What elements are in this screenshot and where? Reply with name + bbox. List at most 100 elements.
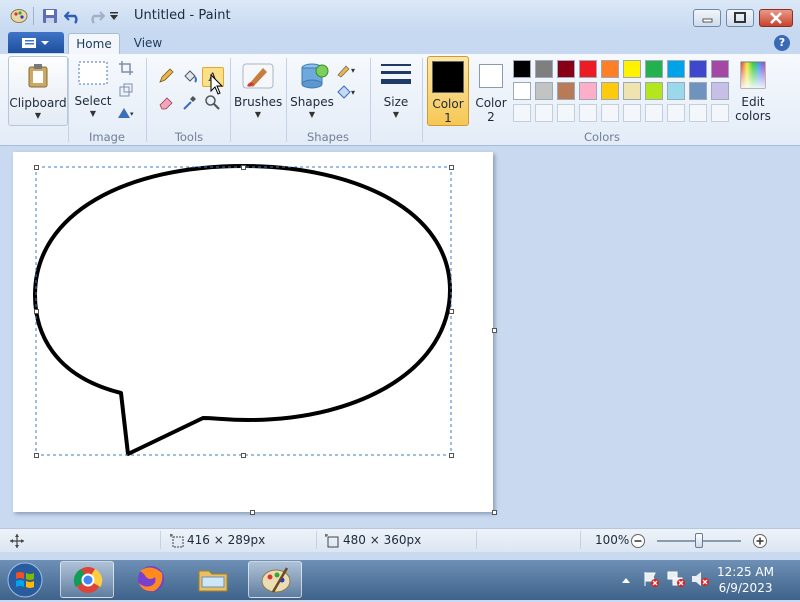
chevron-down-icon: ▼ xyxy=(392,110,400,119)
color-swatch[interactable] xyxy=(579,60,597,78)
selection-handle[interactable] xyxy=(241,165,246,170)
select-button[interactable]: Select ▼ xyxy=(72,60,114,126)
zoom-in-icon[interactable] xyxy=(752,533,768,549)
color-swatch[interactable] xyxy=(535,82,553,100)
help-icon[interactable]: ? xyxy=(774,35,790,51)
show-hidden-icons-icon[interactable] xyxy=(620,574,632,586)
tab-home[interactable]: Home xyxy=(68,33,120,54)
outline-icon[interactable]: ▾ xyxy=(336,62,360,80)
canvas-resize-handle[interactable] xyxy=(250,510,255,515)
size-button[interactable]: Size ▼ xyxy=(374,60,418,126)
rotate-icon[interactable]: ▾ xyxy=(116,104,136,122)
folder-icon xyxy=(198,570,228,592)
color-swatch[interactable] xyxy=(535,60,553,78)
color-swatch[interactable] xyxy=(601,82,619,100)
color-swatch[interactable] xyxy=(513,60,531,78)
action-center-icon[interactable] xyxy=(642,570,660,588)
taskbar-chrome[interactable] xyxy=(60,561,114,598)
save-icon[interactable] xyxy=(42,8,58,27)
pencil-icon[interactable] xyxy=(156,68,176,86)
selection-handle[interactable] xyxy=(34,165,39,170)
redo-icon[interactable] xyxy=(87,8,106,27)
size-label: Size xyxy=(383,95,409,109)
color-swatch[interactable] xyxy=(579,82,597,100)
color-swatch[interactable] xyxy=(689,82,707,100)
color-swatch[interactable] xyxy=(689,60,707,78)
empty-color-swatch[interactable] xyxy=(579,104,597,122)
empty-color-swatch[interactable] xyxy=(689,104,707,122)
zoom-out-icon[interactable] xyxy=(630,533,646,549)
taskbar-paint[interactable] xyxy=(248,561,302,598)
selection-size-icon xyxy=(170,534,184,548)
color1-button[interactable]: Color 1 xyxy=(427,56,469,126)
color-swatch[interactable] xyxy=(667,60,685,78)
paint-app-icon[interactable] xyxy=(10,8,28,27)
speech-bubble-shape[interactable] xyxy=(13,152,493,512)
color-swatch[interactable] xyxy=(513,82,531,100)
color-swatch[interactable] xyxy=(711,60,729,78)
color-picker-icon[interactable] xyxy=(180,94,200,112)
selection-handle[interactable] xyxy=(449,453,454,458)
canvas-resize-handle[interactable] xyxy=(492,510,497,515)
shapes-button[interactable]: Shapes ▼ xyxy=(290,60,334,126)
empty-color-swatch[interactable] xyxy=(601,104,619,122)
color2-button[interactable]: Color 2 xyxy=(472,56,510,126)
color-swatch[interactable] xyxy=(711,82,729,100)
cursor-position-icon xyxy=(10,534,24,548)
color2-swatch xyxy=(479,64,503,88)
taskbar-file-explorer[interactable] xyxy=(186,561,240,598)
start-button[interactable] xyxy=(6,562,44,598)
selection-handle[interactable] xyxy=(34,309,39,314)
fill-icon[interactable] xyxy=(180,68,200,86)
clipboard-button[interactable]: Clipboard ▼ xyxy=(8,56,68,126)
selection-handle[interactable] xyxy=(241,453,246,458)
color-swatch[interactable] xyxy=(645,82,663,100)
color-swatch[interactable] xyxy=(623,82,641,100)
empty-color-swatch[interactable] xyxy=(645,104,663,122)
magnifier-icon[interactable] xyxy=(202,94,222,112)
paint-window: Untitled - Paint Home View ? Clipboard ▼ xyxy=(0,0,800,560)
canvas-size-icon xyxy=(325,534,339,548)
drawing-canvas[interactable] xyxy=(13,152,493,512)
taskbar-firefox[interactable] xyxy=(124,561,178,598)
selection-handle[interactable] xyxy=(449,165,454,170)
selection-handle[interactable] xyxy=(34,453,39,458)
maximize-button[interactable] xyxy=(726,9,754,27)
empty-color-swatch[interactable] xyxy=(513,104,531,122)
color-swatch[interactable] xyxy=(623,60,641,78)
color-swatch[interactable] xyxy=(601,60,619,78)
canvas-workspace xyxy=(0,146,800,526)
tab-view[interactable]: View xyxy=(124,33,172,54)
color-swatch[interactable] xyxy=(557,82,575,100)
file-menu-button[interactable] xyxy=(8,32,64,53)
volume-muted-icon[interactable] xyxy=(690,570,710,588)
edit-colors-button[interactable]: Edit colors xyxy=(734,60,772,126)
close-button[interactable] xyxy=(759,9,793,27)
empty-color-swatch[interactable] xyxy=(557,104,575,122)
empty-color-swatch[interactable] xyxy=(535,104,553,122)
selection-handle[interactable] xyxy=(449,309,454,314)
crop-icon[interactable] xyxy=(116,60,136,78)
brushes-button[interactable]: Brushes ▼ xyxy=(234,60,282,126)
eraser-icon[interactable] xyxy=(156,94,176,112)
svg-text:▾: ▾ xyxy=(351,88,355,97)
customize-toolbar-icon[interactable] xyxy=(109,10,119,24)
resize-icon[interactable] xyxy=(116,82,136,100)
network-icon[interactable] xyxy=(666,570,686,588)
zoom-slider-thumb[interactable] xyxy=(695,533,703,548)
canvas-size: 480 × 360px xyxy=(343,533,422,547)
empty-color-swatch[interactable] xyxy=(667,104,685,122)
svg-text:▾: ▾ xyxy=(351,66,355,75)
undo-icon[interactable] xyxy=(63,8,82,27)
color-swatch[interactable] xyxy=(667,82,685,100)
minimize-button[interactable] xyxy=(693,9,721,27)
canvas-resize-handle[interactable] xyxy=(492,328,497,333)
empty-color-swatch[interactable] xyxy=(623,104,641,122)
selection-size: 416 × 289px xyxy=(187,533,266,547)
chevron-down-icon: ▼ xyxy=(254,110,262,119)
color-swatch[interactable] xyxy=(645,60,663,78)
fill-shape-icon[interactable]: ▾ xyxy=(336,84,360,102)
empty-color-swatch[interactable] xyxy=(711,104,729,122)
color-swatch[interactable] xyxy=(557,60,575,78)
taskbar-clock[interactable]: 12:25 AM 6/9/2023 xyxy=(717,564,774,596)
